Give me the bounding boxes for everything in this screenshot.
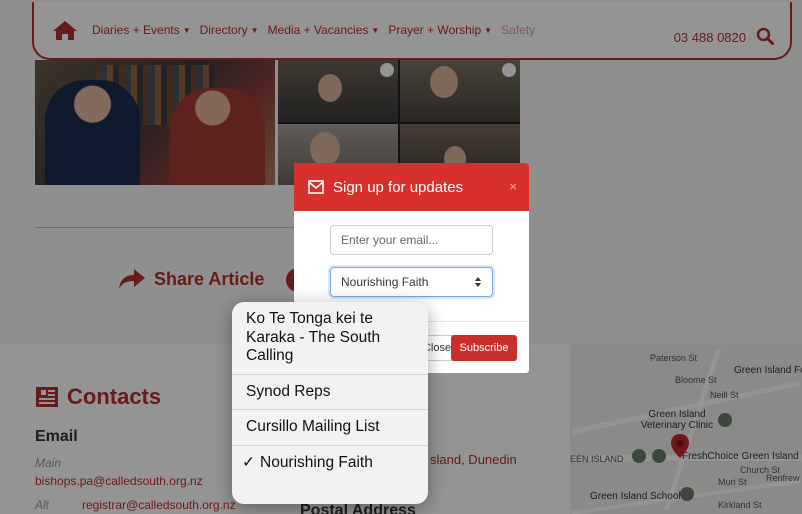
picker-option-nourishing-faith[interactable]: ✓ Nourishing Faith (232, 446, 428, 481)
picker-option-south-calling[interactable]: Ko Te Tonga kei te Karaka - The South Ca… (232, 302, 428, 375)
modal-header: Sign up for updates (294, 163, 529, 211)
envelope-icon (308, 180, 324, 194)
picker-option-synod-reps[interactable]: Synod Reps (232, 375, 428, 411)
mailing-list-picker: Ko Te Tonga kei te Karaka - The South Ca… (232, 302, 428, 504)
subscribe-button[interactable]: Subscribe (451, 335, 517, 361)
picker-option-cursillo[interactable]: Cursillo Mailing List (232, 410, 428, 446)
email-input[interactable] (330, 225, 493, 255)
mailing-list-selected-value: Nourishing Faith (341, 275, 429, 289)
modal-title: Sign up for updates (333, 178, 464, 196)
mailing-list-select[interactable]: Nourishing Faith (330, 267, 493, 297)
close-icon[interactable]: × (509, 179, 517, 194)
checkmark-icon: ✓ (242, 453, 255, 471)
page: Diaries + Events ▼ Directory ▼ Media + Vac… (0, 0, 802, 514)
select-updown-icon (475, 277, 481, 287)
